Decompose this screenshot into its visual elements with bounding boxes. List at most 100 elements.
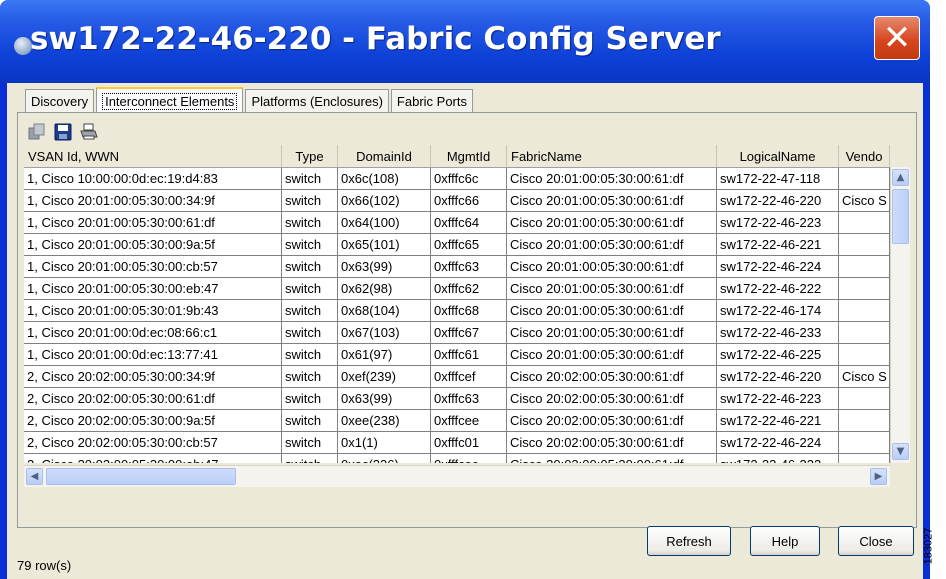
table-row[interactable]: 2, Cisco 20:02:00:05:30:00:cb:57 switch 0x… <box>24 432 890 454</box>
cell-domainid: 0x67(103) <box>338 322 431 344</box>
table-row[interactable]: 1, Cisco 20:01:00:05:30:00:61:df switch 0x… <box>24 212 890 234</box>
cell-vsan-wwn: 2, Cisco 20:02:00:05:30:00:cb:57 <box>24 432 282 454</box>
cell-type: switch <box>282 234 338 256</box>
table-row[interactable]: 2, Cisco 20:02:00:05:30:00:61:df switch 0x… <box>24 388 890 410</box>
vertical-scrollbar[interactable]: ▲ ▼ <box>890 167 910 463</box>
title-bar[interactable]: sw172-22-46-220 - Fabric Config Server ✕ <box>0 0 930 83</box>
chevron-up-icon: ▲ <box>896 172 905 183</box>
cell-logicalname: sw172-22-46-225 <box>717 344 839 366</box>
close-icon: ✕ <box>882 18 912 58</box>
window-close-button[interactable]: ✕ <box>874 16 920 60</box>
tab-discovery[interactable]: Discovery <box>25 89 95 112</box>
cell-fabricname: Cisco 20:02:00:05:30:00:61:df <box>507 410 717 432</box>
cell-logicalname: sw172-22-46-223 <box>717 388 839 410</box>
table-header: VSAN Id, WWN Type DomainId MgmtId Fabric… <box>24 145 890 167</box>
save-icon[interactable] <box>53 122 73 142</box>
table-row[interactable]: 2, Cisco 20:02:00:05:30:00:34:9f switch 0x… <box>24 366 890 388</box>
cell-logicalname: sw172-22-46-224 <box>717 256 839 278</box>
tab-label: Interconnect Elements <box>102 92 238 110</box>
cell-fabricname: Cisco 20:01:00:05:30:00:61:df <box>507 278 717 300</box>
column-header-logicalname[interactable]: LogicalName <box>717 145 839 167</box>
table-row[interactable]: 1, Cisco 20:01:00:05:30:00:cb:57 switch 0x… <box>24 256 890 278</box>
toolbar <box>27 121 99 143</box>
print-icon[interactable] <box>79 122 99 142</box>
tab-platforms[interactable]: Platforms (Enclosures) <box>245 89 389 112</box>
cell-fabricname: Cisco 20:02:00:05:30:00:61:df <box>507 454 717 463</box>
horizontal-scroll-thumb[interactable] <box>46 468 236 485</box>
help-button[interactable]: Help <box>750 526 820 556</box>
copy-icon[interactable] <box>27 122 47 142</box>
scroll-right-button[interactable]: ▶ <box>870 468 887 485</box>
cell-vsan-wwn: 1, Cisco 20:01:00:05:30:01:9b:43 <box>24 300 282 322</box>
cell-domainid: 0x64(100) <box>338 212 431 234</box>
cell-mgmtid: 0xfffcee <box>431 410 507 432</box>
cell-vsan-wwn: 2, Cisco 20:02:00:05:30:00:61:df <box>24 388 282 410</box>
column-header-mgmtid[interactable]: MgmtId <box>431 145 507 167</box>
column-header-type[interactable]: Type <box>282 145 338 167</box>
cell-vsan-wwn: 1, Cisco 20:01:00:05:30:00:cb:57 <box>24 256 282 278</box>
tab-interconnect-elements[interactable]: Interconnect Elements <box>96 87 244 113</box>
cell-domainid: 0x66(102) <box>338 190 431 212</box>
cell-vendor <box>839 234 890 256</box>
cell-type: switch <box>282 388 338 410</box>
table-row[interactable]: 2, Cisco 20:02:00:05:30:00:9a:5f switch 0x… <box>24 410 890 432</box>
cell-vsan-wwn: 1, Cisco 20:01:00:0d:ec:08:66:c1 <box>24 322 282 344</box>
cell-fabricname: Cisco 20:01:00:05:30:00:61:df <box>507 344 717 366</box>
figure-code: 183027 <box>922 520 946 579</box>
table-row[interactable]: 1, Cisco 20:01:00:05:30:00:34:9f switch 0x… <box>24 190 890 212</box>
column-header-vsan-wwn[interactable]: VSAN Id, WWN <box>24 145 282 167</box>
table-row[interactable]: 2, Cisco 20:02:00:05:30:00:eb:47switch0x… <box>24 454 890 463</box>
cell-mgmtid: 0xfffc63 <box>431 388 507 410</box>
column-header-fabricname[interactable]: FabricName <box>507 145 717 167</box>
cell-type: switch <box>282 454 338 463</box>
table-row[interactable]: 1, Cisco 20:01:00:05:30:00:9a:5f switch 0x… <box>24 234 890 256</box>
cell-fabricname: Cisco 20:02:00:05:30:00:61:df <box>507 388 717 410</box>
cell-type: switch <box>282 432 338 454</box>
cell-fabricname: Cisco 20:01:00:05:30:00:61:df <box>507 322 717 344</box>
table-row[interactable]: 1, Cisco 20:01:00:05:30:00:eb:47 switch 0x… <box>24 278 890 300</box>
cell-fabricname: Cisco 20:01:00:05:30:00:61:df <box>507 300 717 322</box>
horizontal-scrollbar[interactable]: ◀ ▶ <box>24 465 890 487</box>
cell-mgmtid: 0xfffc64 <box>431 212 507 234</box>
cell-vsan-wwn: 1, Cisco 20:01:00:05:30:00:61:df <box>24 212 282 234</box>
cell-logicalname: sw172-22-46-222 <box>717 454 839 463</box>
cell-vendor <box>839 256 890 278</box>
refresh-button[interactable]: Refresh <box>647 526 731 556</box>
cell-vendor <box>839 300 890 322</box>
cell-logicalname: sw172-22-46-233 <box>717 322 839 344</box>
column-header-vendor[interactable]: Vendo <box>839 145 890 167</box>
table-row[interactable]: 1, Cisco 20:01:00:0d:ec:08:66:c1 switch 0x… <box>24 322 890 344</box>
cell-type: switch <box>282 190 338 212</box>
tab-panel: VSAN Id, WWN Type DomainId MgmtId Fabric… <box>17 112 917 528</box>
cell-mgmtid: 0xfffc65 <box>431 234 507 256</box>
cell-domainid: 0xec(236) <box>338 454 431 463</box>
cell-vendor <box>839 454 890 463</box>
cell-mgmtid: 0xfffc68 <box>431 300 507 322</box>
cell-fabricname: Cisco 20:01:00:05:30:00:61:df <box>507 212 717 234</box>
cell-type: switch <box>282 410 338 432</box>
scroll-up-button[interactable]: ▲ <box>892 169 909 186</box>
cell-logicalname: sw172-22-46-221 <box>717 234 839 256</box>
cell-vsan-wwn: 1, Cisco 20:01:00:0d:ec:13:77:41 <box>24 344 282 366</box>
close-button[interactable]: Close <box>838 526 914 556</box>
column-header-domainid[interactable]: DomainId <box>338 145 431 167</box>
cell-type: switch <box>282 256 338 278</box>
scroll-down-button[interactable]: ▼ <box>892 443 909 460</box>
cell-mgmtid: 0xfffc62 <box>431 278 507 300</box>
cell-vendor: Cisco S <box>839 366 890 388</box>
cell-domainid: 0xee(238) <box>338 410 431 432</box>
tab-fabric-ports[interactable]: Fabric Ports <box>390 89 473 112</box>
cell-domainid: 0xef(239) <box>338 366 431 388</box>
vertical-scroll-thumb[interactable] <box>892 189 909 244</box>
dialog-body: Discovery Interconnect Elements Platform… <box>7 83 923 579</box>
table-row[interactable]: 1, Cisco 10:00:00:0d:ec:19:d4:83 switch 0x… <box>24 168 890 190</box>
table-row[interactable]: 1, Cisco 20:01:00:0d:ec:13:77:41 switch 0x… <box>24 344 890 366</box>
tab-strip: Discovery Interconnect Elements Platform… <box>25 86 475 113</box>
cell-mgmtid: 0xfffc01 <box>431 432 507 454</box>
cell-vsan-wwn: 1, Cisco 20:01:00:05:30:00:9a:5f <box>24 234 282 256</box>
scroll-left-button[interactable]: ◀ <box>26 468 43 485</box>
cell-mgmtid: 0xfffcec <box>431 454 507 463</box>
cell-domainid: 0x63(99) <box>338 388 431 410</box>
cell-type: switch <box>282 300 338 322</box>
table-row[interactable]: 1, Cisco 20:01:00:05:30:01:9b:43 switch 0x… <box>24 300 890 322</box>
